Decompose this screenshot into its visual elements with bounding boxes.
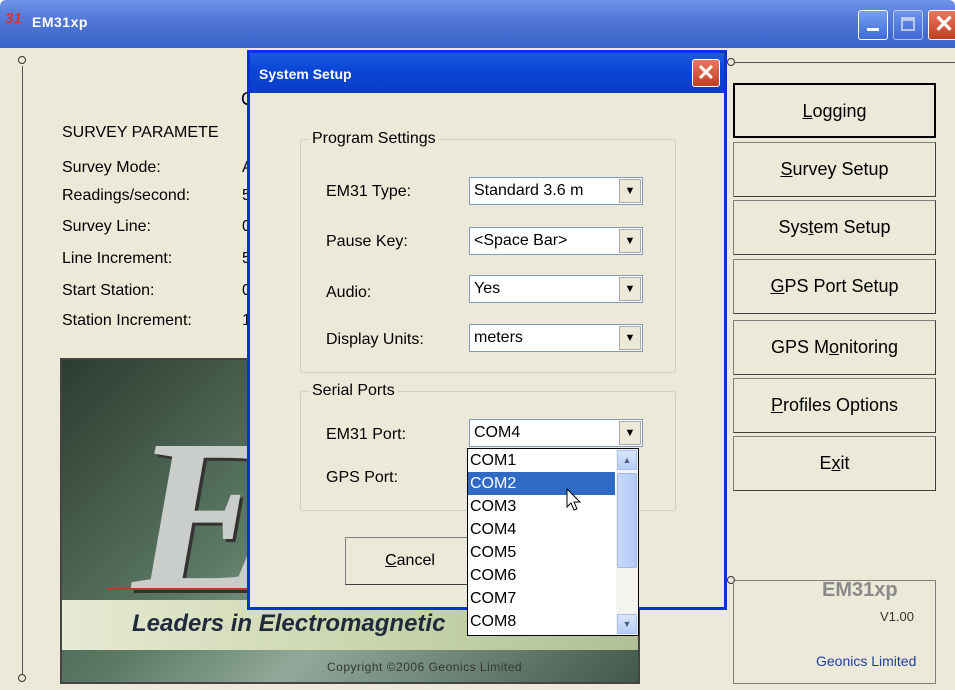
group-legend: Program Settings xyxy=(309,130,439,148)
em31-port-select[interactable]: COM4 ▼ xyxy=(469,419,643,447)
mnemonic: G xyxy=(770,276,785,296)
rail-knob xyxy=(18,56,26,64)
chevron-down-icon[interactable]: ▼ xyxy=(619,326,641,350)
param-label: Survey Line: xyxy=(62,218,151,235)
maximize-button[interactable] xyxy=(893,10,923,40)
button-label: ogging xyxy=(812,101,867,121)
dropdown-option[interactable]: COM5 xyxy=(468,541,615,564)
group-legend: Serial Ports xyxy=(309,382,398,400)
dialog-close-button[interactable]: ✕ xyxy=(692,59,720,87)
mnemonic: x xyxy=(831,453,841,473)
pause-key-select[interactable]: <Space Bar> ▼ xyxy=(469,227,643,255)
pause-key-label: Pause Key: xyxy=(326,233,408,250)
main-title-bar[interactable]: 31 EM31xp ✕ xyxy=(0,0,955,48)
app-name: EM31xp xyxy=(822,579,898,601)
left-rail xyxy=(22,66,23,681)
minimize-button[interactable] xyxy=(858,10,888,40)
system-setup-button[interactable]: System Setup xyxy=(733,200,936,255)
logo-copyright: Copyright ©2006 Geonics Limited xyxy=(327,660,523,674)
dropdown-option[interactable]: COM4 xyxy=(468,518,615,541)
display-units-select[interactable]: meters ▼ xyxy=(469,324,643,352)
select-value: COM4 xyxy=(474,424,521,441)
right-top-line xyxy=(735,62,955,63)
param-label: Readings/second: xyxy=(62,187,191,204)
display-units-label: Display Units: xyxy=(326,331,424,348)
app-info-panel: EM31xp V1.00 Geonics Limited xyxy=(733,579,936,684)
mouse-cursor-icon xyxy=(566,488,582,511)
param-label: Station Increment: xyxy=(62,312,192,329)
mnemonic: S xyxy=(780,159,793,179)
dropdown-option[interactable]: COM3 xyxy=(468,495,615,518)
chevron-down-icon[interactable]: ▼ xyxy=(619,421,641,445)
mnemonic: C xyxy=(385,552,397,569)
button-label: em Setup xyxy=(813,217,891,237)
rail-knob xyxy=(727,58,735,66)
button-label: nitoring xyxy=(838,337,899,357)
chevron-down-icon[interactable]: ▼ xyxy=(619,179,641,203)
cancel-button[interactable]: Cancel xyxy=(345,537,475,585)
close-button[interactable]: ✕ xyxy=(928,10,955,40)
dialog-title: System Setup xyxy=(259,66,352,82)
dropdown-option[interactable]: COM6 xyxy=(468,564,615,587)
audio-label: Audio: xyxy=(326,284,372,301)
exit-button[interactable]: Exit xyxy=(733,436,936,491)
com-port-dropdown-list[interactable]: COM1 COM2 COM3 COM4 COM5 COM6 COM7 COM8 … xyxy=(467,448,639,636)
dropdown-option[interactable]: COM1 xyxy=(468,449,615,472)
chevron-down-icon[interactable]: ▼ xyxy=(619,277,641,301)
app-logo-icon: 31 xyxy=(5,10,22,27)
close-icon: ✕ xyxy=(934,11,955,38)
param-label: Survey Mode: xyxy=(62,159,161,176)
company-name: Geonics Limited xyxy=(816,653,917,669)
gps-monitoring-button[interactable]: GPS Monitoring xyxy=(733,320,936,375)
scrollbar-thumb[interactable] xyxy=(617,473,637,568)
dropdown-scrollbar[interactable]: ▲ ▼ xyxy=(616,449,638,635)
dropdown-option[interactable]: COM8 xyxy=(468,610,615,633)
audio-select[interactable]: Yes ▼ xyxy=(469,275,643,303)
select-value: Standard 3.6 m xyxy=(474,182,584,199)
logging-button[interactable]: Logging xyxy=(733,83,936,138)
scroll-down-icon[interactable]: ▼ xyxy=(617,614,637,634)
button-label: it xyxy=(840,453,850,473)
scroll-up-icon[interactable]: ▲ xyxy=(617,450,637,470)
em31-port-label: EM31 Port: xyxy=(326,426,407,443)
close-icon: ✕ xyxy=(696,60,716,85)
dialog-title-bar[interactable]: System Setup ✕ xyxy=(250,53,724,93)
button-label: urvey Setup xyxy=(792,159,889,179)
mnemonic: P xyxy=(770,395,783,415)
select-value: Yes xyxy=(474,280,501,297)
logo-tagline: Leaders in Electromagnetic xyxy=(132,610,446,637)
mnemonic: o xyxy=(828,337,839,357)
survey-parameters-heading: SURVEY PARAMETE xyxy=(62,124,219,141)
maximize-icon xyxy=(901,17,915,31)
profiles-options-button[interactable]: Profiles Options xyxy=(733,378,936,433)
button-label: Sys xyxy=(778,217,809,237)
button-label: ancel xyxy=(396,552,435,569)
em31-type-select[interactable]: Standard 3.6 m ▼ xyxy=(469,177,643,205)
param-label: Line Increment: xyxy=(62,250,173,267)
gps-port-setup-button[interactable]: GPS Port Setup xyxy=(733,259,936,314)
dropdown-option[interactable]: COM7 xyxy=(468,587,615,610)
mnemonic: L xyxy=(802,101,813,121)
dropdown-option-selected[interactable]: COM2 xyxy=(468,472,615,495)
button-label: rofiles Options xyxy=(782,395,899,415)
survey-setup-button[interactable]: Survey Setup xyxy=(733,142,936,197)
select-value: <Space Bar> xyxy=(474,232,568,249)
window-title: EM31xp xyxy=(32,14,88,30)
em31-type-label: EM31 Type: xyxy=(326,183,412,200)
button-label: E xyxy=(819,453,832,473)
gps-port-label: GPS Port: xyxy=(326,469,399,486)
minimize-icon xyxy=(867,28,879,31)
version-label: V1.00 xyxy=(880,609,914,624)
param-label: Start Station: xyxy=(62,282,155,299)
button-label: GPS M xyxy=(770,337,829,357)
button-label: PS Port Setup xyxy=(784,276,899,296)
select-value: meters xyxy=(474,329,523,346)
chevron-down-icon[interactable]: ▼ xyxy=(619,229,641,253)
rail-knob xyxy=(18,674,26,682)
